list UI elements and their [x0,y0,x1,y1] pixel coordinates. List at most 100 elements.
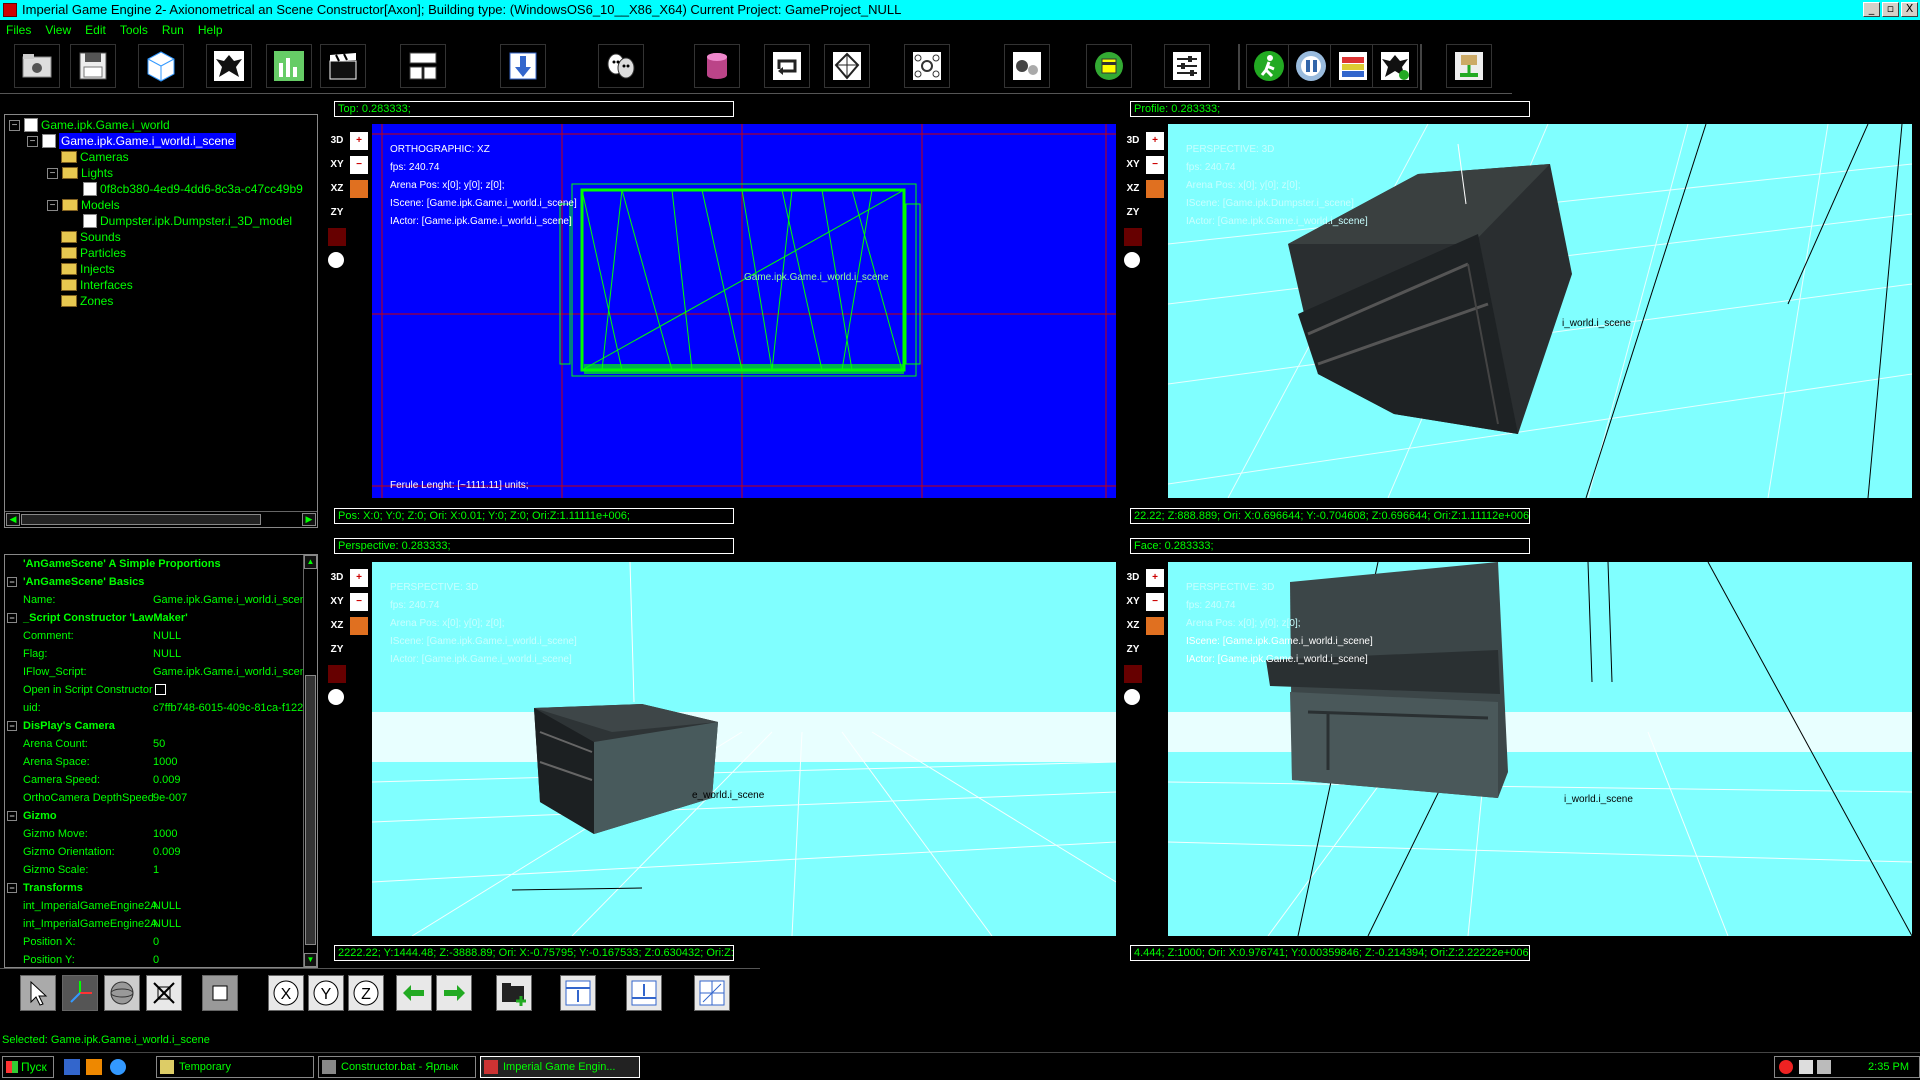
property-row[interactable]: Gizmo Move: 1000 [5,825,305,843]
property-value[interactable]: 0 [153,951,303,967]
property-row[interactable]: Name: Game.ipk.Game.i_world.i_scene [5,591,305,609]
z-axis-icon[interactable]: Z [348,975,384,1011]
property-value[interactable]: NULL [153,645,303,663]
minus-icon[interactable]: − [350,156,368,174]
top-viewport-canvas[interactable]: ORTHOGRAPHIC: XZ fps: 240.74 Arena Pos: … [372,124,1116,498]
taskbar-item-constructor[interactable]: Constructor.bat - Ярлык [318,1056,476,1078]
view-zy-button[interactable]: ZY [1124,641,1142,659]
view-zy-button[interactable]: ZY [328,204,346,222]
property-category[interactable]: − Transforms [5,879,305,897]
grid-toggle-icon[interactable] [350,180,368,198]
camera-reset-icon[interactable] [1124,228,1142,246]
property-value[interactable]: NULL [153,627,303,645]
tree-item[interactable]: − Game.ipk.Game.i_world [9,117,170,133]
tree-item[interactable]: 0f8cb380-4ed9-4dd6-8c3a-c47cc49b9 [83,181,303,197]
scale-icon[interactable] [146,975,182,1011]
tree-item[interactable]: Zones [61,293,113,309]
tree-item[interactable]: − Models [47,197,120,213]
move-axes-icon[interactable] [62,975,98,1011]
molecule-icon[interactable] [904,44,950,88]
books-icon[interactable] [1330,44,1376,88]
chart-icon[interactable] [266,44,312,88]
property-value[interactable]: Game.ipk.Game.i_world.i_scene [153,591,303,609]
paint-bucket-icon[interactable] [1086,44,1132,88]
menu-files[interactable]: Files [6,20,31,40]
property-row[interactable]: Flag: NULL [5,645,305,663]
view-3d-button[interactable]: 3D [1124,132,1142,150]
polyhedron-icon[interactable] [824,44,870,88]
scroll-left-arrow-icon[interactable]: ◀ [6,513,20,526]
database-icon[interactable] [694,44,740,88]
menu-help[interactable]: Help [198,20,223,40]
view-zy-button[interactable]: ZY [1124,204,1142,222]
run-man-icon[interactable] [1246,44,1292,88]
layout-icon[interactable] [400,44,446,88]
x-axis-icon[interactable]: X [268,975,304,1011]
collapse-toggle[interactable]: − [7,883,17,893]
property-value[interactable] [155,681,305,699]
download-icon[interactable] [500,44,546,88]
eagle-run-icon[interactable] [1372,44,1418,88]
view-xz-button[interactable]: XZ [328,180,346,198]
collapse-toggle[interactable]: − [27,135,38,147]
property-row[interactable]: int_ImperialGameEngine2A NULL [5,897,305,915]
property-row[interactable]: IFlow_Script: Game.ipk.Game.i_world.i_sce… [5,663,305,681]
add-cross-icon[interactable]: + [1146,569,1164,587]
scroll-thumb[interactable] [305,675,316,945]
collapse-toggle[interactable]: − [47,167,58,179]
scroll-right-arrow-icon[interactable]: ▶ [302,513,316,526]
scroll-thumb[interactable] [21,514,261,525]
view-3d-button[interactable]: 3D [328,569,346,587]
eye-icon[interactable] [328,252,344,268]
property-value[interactable]: 1 [153,861,303,879]
collapse-toggle[interactable]: − [9,119,20,131]
eye-icon[interactable] [328,689,344,705]
y-axis-icon[interactable]: Y [308,975,344,1011]
menu-view[interactable]: View [45,20,71,40]
property-category[interactable]: − _Script Constructor 'LawMaker' [5,609,305,627]
property-row[interactable]: uid: c7ffb748-6015-409c-81ca-f1222 [5,699,305,717]
add-cross-icon[interactable]: + [350,132,368,150]
volume-icon[interactable] [1817,1060,1831,1074]
pause-icon[interactable] [1288,44,1334,88]
view-3d-button[interactable]: 3D [328,132,346,150]
alert-icon[interactable] [1779,1060,1793,1074]
internet-explorer-icon[interactable] [110,1059,126,1075]
perspective-viewport-canvas[interactable]: PERSPECTIVE: 3D fps: 240.74 Arena Pos: x… [372,562,1116,936]
tree-item[interactable]: Cameras [61,149,129,165]
minus-icon[interactable]: − [1146,156,1164,174]
network-icon[interactable] [1799,1060,1813,1074]
cube-icon[interactable] [138,44,184,88]
align-bottom-icon[interactable] [626,975,662,1011]
grid-toggle-icon[interactable] [1146,617,1164,635]
align-top-icon[interactable] [560,975,596,1011]
property-row[interactable]: Comment: NULL [5,627,305,645]
tree-item[interactable]: Dumpster.ipk.Dumpster.i_3D_model [83,213,292,229]
property-value[interactable]: NULL [153,897,303,915]
property-row[interactable]: OrthoCamera DepthSpeed 9e-007 [5,789,305,807]
collapse-toggle[interactable]: − [7,613,17,623]
property-value[interactable]: Game.ipk.Game.i_world.i_scene [153,663,303,681]
view-xz-button[interactable]: XZ [1124,180,1142,198]
start-button[interactable]: Пуск [2,1056,54,1078]
property-row[interactable]: int_ImperialGameEngine2A NULL [5,915,305,933]
open-in-script-checkbox[interactable] [155,683,166,695]
view-xy-button[interactable]: XY [328,593,346,611]
property-value[interactable]: c7ffb748-6015-409c-81ca-f1222 [153,699,303,717]
taskbar-item-engine[interactable]: Imperial Game Engin... [480,1056,640,1078]
show-desktop-icon[interactable] [64,1059,80,1075]
collapse-toggle[interactable]: − [7,721,17,731]
add-cross-icon[interactable]: + [350,569,368,587]
property-row[interactable]: Camera Speed: 0.009 [5,771,305,789]
grid-toggle-icon[interactable] [1146,180,1164,198]
view-3d-button[interactable]: 3D [1124,569,1142,587]
spheres-icon[interactable] [1004,44,1050,88]
property-value[interactable]: 9e-007 [153,789,303,807]
property-category[interactable]: − DisPlay's Camera [5,717,305,735]
scroll-down-arrow-icon[interactable]: ▼ [304,953,317,967]
collapse-toggle[interactable]: − [7,577,17,587]
minus-icon[interactable]: − [350,593,368,611]
tree-item[interactable]: − Lights [47,165,113,181]
box-icon[interactable] [202,975,238,1011]
add-cross-icon[interactable]: + [1146,132,1164,150]
